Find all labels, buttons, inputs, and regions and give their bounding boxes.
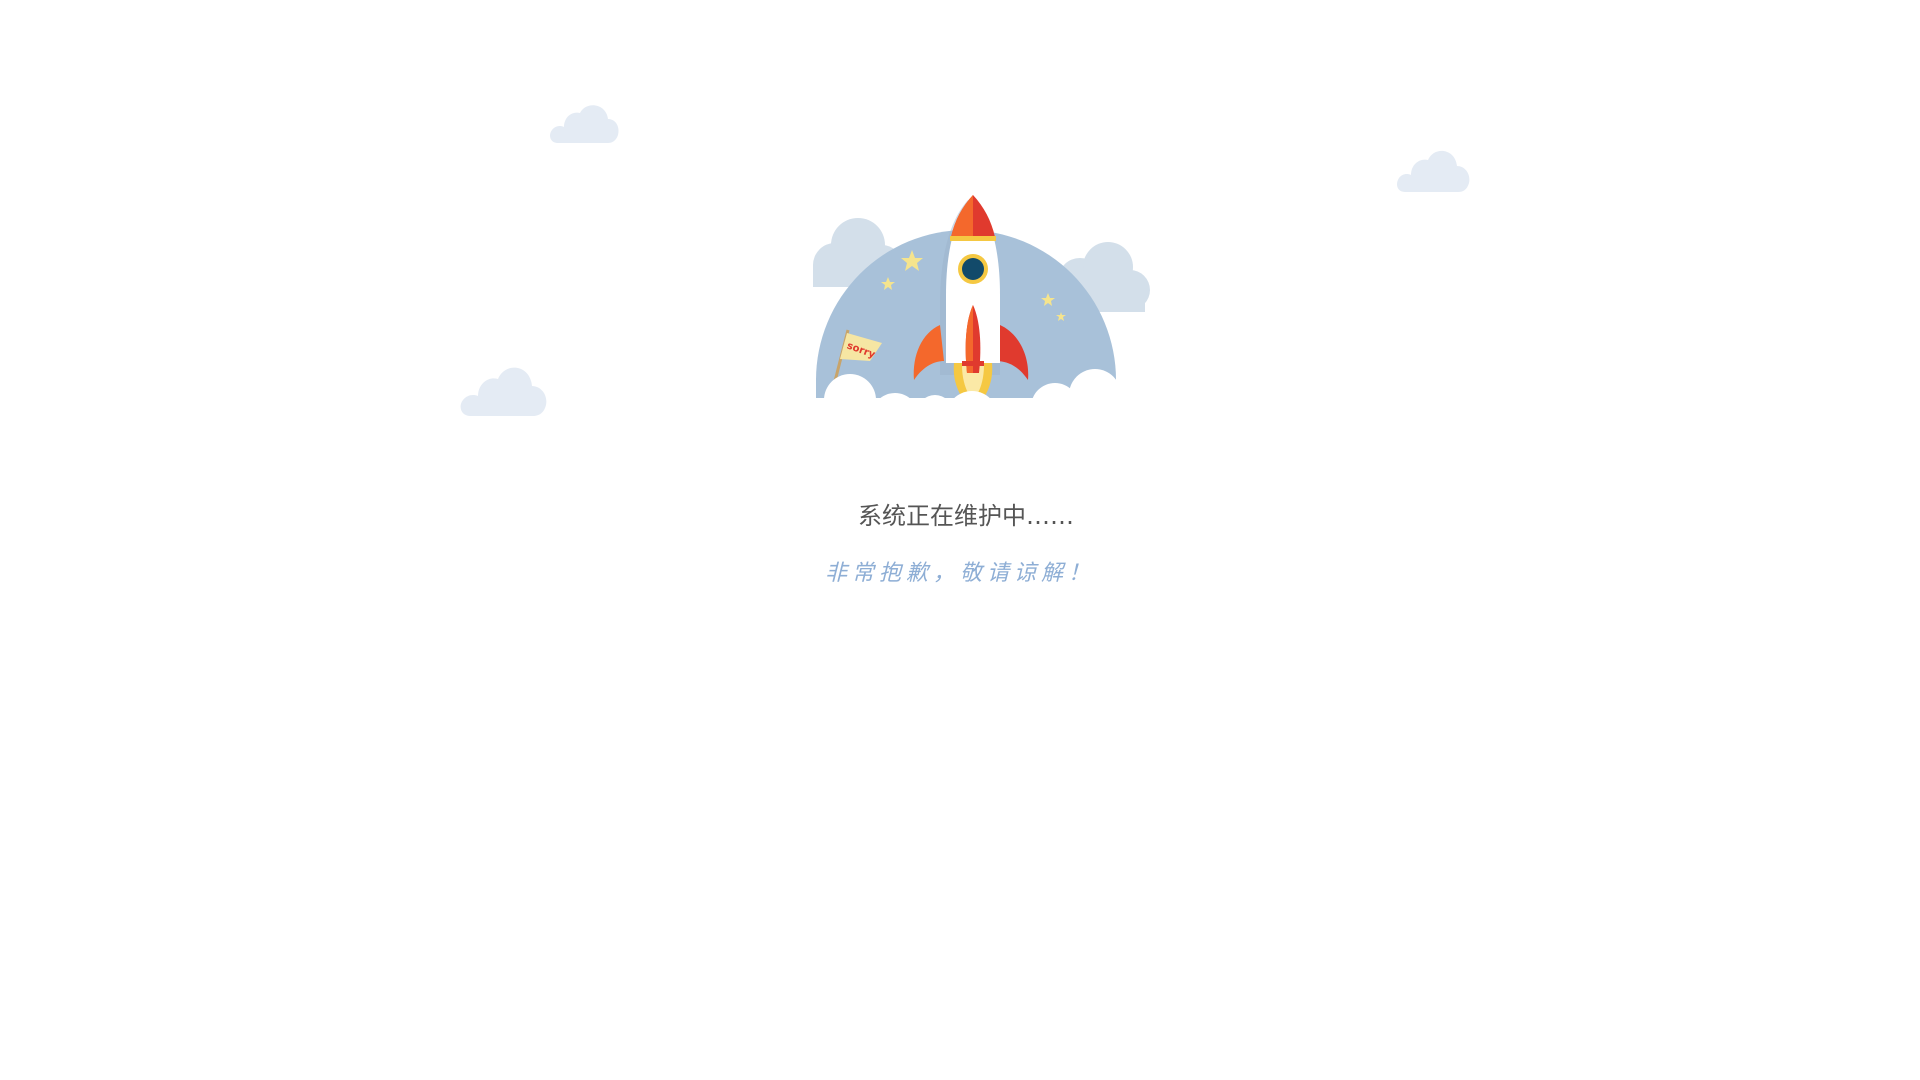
maintenance-page: sorry 系统正在维护中…… 非常抱歉，敬请谅解！ <box>0 0 1920 1080</box>
cloud-icon <box>1397 150 1470 192</box>
cloud-icon <box>550 105 619 143</box>
rocket-illustration: sorry <box>790 195 1160 425</box>
cloud-icon <box>460 367 547 416</box>
maintenance-title: 系统正在维护中…… <box>858 502 1074 530</box>
maintenance-subtitle: 非常抱歉，敬请谅解！ <box>824 561 1095 586</box>
